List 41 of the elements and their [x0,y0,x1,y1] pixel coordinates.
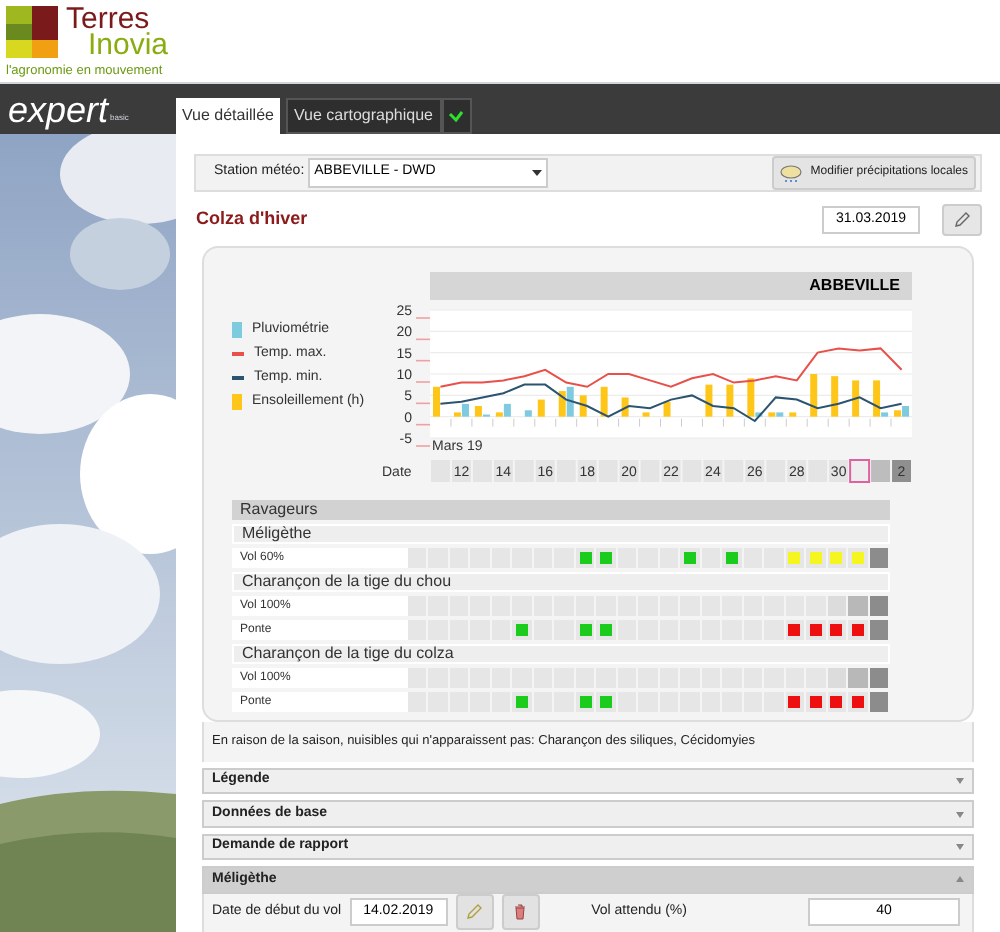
chart-header: ABBEVILLE [430,272,912,301]
pest-name: Charançon de la tige du colza [232,644,890,665]
dropdown-button[interactable] [441,98,471,134]
rain-cloud-icon [780,163,803,183]
product-logo: expert [8,91,109,127]
trash-icon [514,904,527,921]
brand-name: Terres [66,6,150,32]
crop-title: Colza d'hiver [194,206,308,233]
pencil-icon [466,904,483,921]
pencil-icon [954,212,970,229]
data-bar [810,374,818,418]
section-header: Ravageurs [232,500,890,521]
data-bar [433,387,440,418]
legend-swatch [232,322,242,339]
data-bar [600,387,608,418]
data-bar [852,380,860,418]
data-bar [524,410,532,418]
logo-icon [6,6,58,58]
brand-name: Inovia [88,32,169,60]
view-tab[interactable]: Vue cartographique [285,98,441,134]
pest-name: Méligèthe [232,524,890,545]
data-bar [705,385,713,418]
caret-icon [532,170,543,176]
data-bar [726,385,734,418]
check-icon [448,110,464,122]
data-bar [642,412,650,418]
data-bar [831,376,839,418]
data-bar [621,397,629,418]
legend-swatch [232,394,242,411]
data-bar [537,400,545,418]
expand-icon [956,778,964,785]
data-bar [579,395,587,418]
edit-button[interactable] [942,204,982,237]
data-bar [789,412,797,418]
pest-name: Charançon de la tige du chou [232,572,890,593]
expand-icon [956,843,964,850]
delete-button[interactable] [501,894,540,931]
view-tab[interactable]: Vue détaillée [176,98,280,134]
expand-icon [956,811,964,818]
data-bar [663,402,671,418]
collapse-icon [956,876,964,883]
